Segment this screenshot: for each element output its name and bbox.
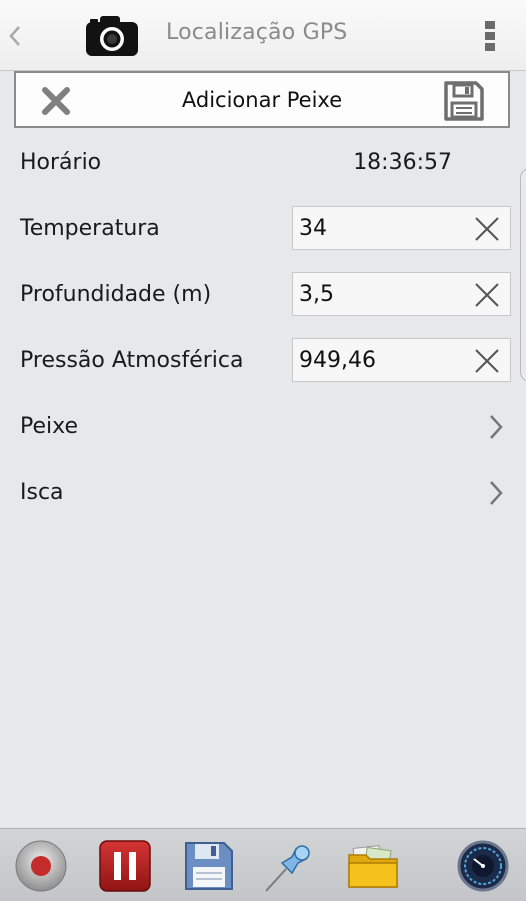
drawer-handle[interactable]	[520, 168, 526, 382]
time-label: Horário	[20, 150, 102, 175]
pressure-label: Pressão Atmosférica	[20, 348, 244, 373]
floppy-save-icon[interactable]	[442, 79, 486, 123]
camera-icon[interactable]	[84, 12, 140, 60]
bait-row[interactable]: Isca	[0, 464, 526, 520]
app-bar: Localização GPS	[0, 0, 526, 71]
temperature-value: 34	[299, 216, 327, 241]
temperature-input[interactable]: 34	[292, 206, 511, 250]
bottom-toolbar	[0, 828, 526, 901]
depth-value: 3,5	[299, 282, 334, 307]
time-value: 18:36:57	[353, 150, 452, 175]
clear-icon[interactable]	[474, 348, 500, 374]
app-title: Localização GPS	[166, 20, 348, 45]
clear-icon[interactable]	[474, 216, 500, 242]
dialog-title: Adicionar Peixe	[181, 88, 343, 112]
chevron-right-icon	[490, 481, 503, 505]
fish-row[interactable]: Peixe	[0, 398, 526, 454]
pushpin-icon[interactable]	[262, 839, 316, 893]
clear-icon[interactable]	[474, 282, 500, 308]
temperature-label: Temperatura	[20, 216, 160, 241]
chevron-right-icon	[490, 415, 503, 439]
folder-icon[interactable]	[346, 839, 400, 893]
pressure-input[interactable]: 949,46	[292, 338, 511, 382]
overflow-menu-icon[interactable]	[482, 18, 498, 54]
speedometer-icon[interactable]	[456, 839, 510, 893]
floppy-save-icon[interactable]	[182, 839, 236, 893]
depth-input[interactable]: 3,5	[292, 272, 511, 316]
dialog-header: Adicionar Peixe	[14, 71, 510, 128]
back-chevron-icon[interactable]	[6, 22, 24, 50]
fish-label: Peixe	[20, 414, 79, 439]
bait-label: Isca	[20, 480, 64, 505]
depth-label: Profundidade (m)	[20, 282, 212, 307]
record-icon[interactable]	[14, 839, 68, 893]
pressure-value: 949,46	[299, 348, 376, 373]
pause-icon[interactable]	[98, 839, 152, 893]
